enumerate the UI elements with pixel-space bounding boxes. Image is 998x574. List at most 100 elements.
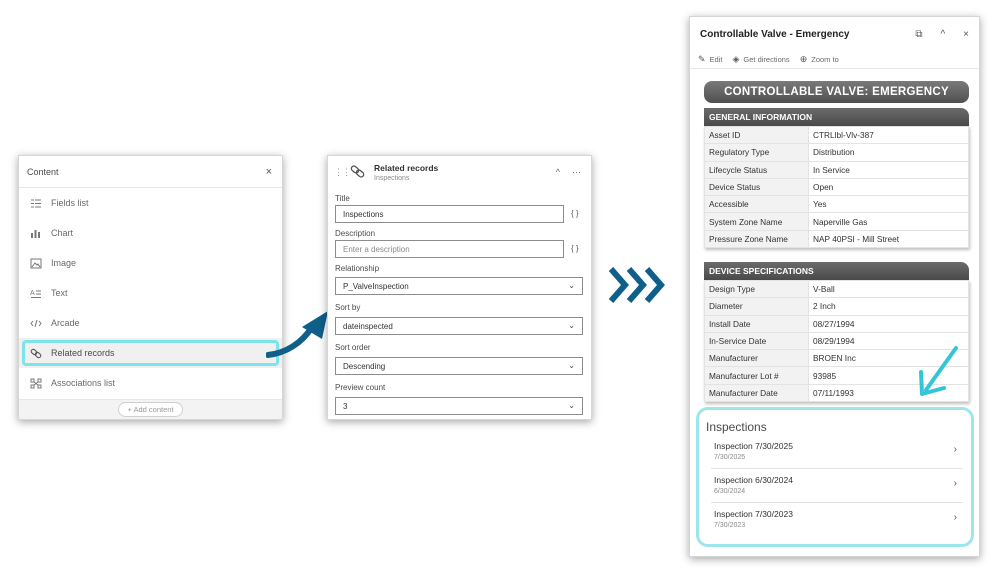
content-panel-title: Content — [27, 166, 59, 177]
content-item-label: Associations list — [51, 378, 116, 388]
chart-icon — [29, 227, 43, 239]
field-name: Asset ID — [704, 125, 809, 145]
table-row: Pressure Zone Name NAP 40PSI - Mill Stree… — [704, 229, 969, 249]
table-row: Diameter 2 Inch — [704, 297, 969, 316]
content-item-image[interactable]: Image — [19, 248, 282, 278]
table-row: Device Status Open — [704, 177, 969, 197]
related-records-config-panel: ⋮⋮ Related records Inspections ^ ··· Tit… — [327, 155, 592, 420]
chevron-down-icon: ⌄ — [568, 281, 575, 290]
chevron-right-icon: › — [953, 478, 957, 489]
device-specifications-header: DEVICE SPECIFICATIONS — [704, 262, 969, 280]
pointer-arrow-icon — [919, 346, 958, 396]
field-name: Device Status — [704, 177, 809, 197]
chevron-right-icon: › — [953, 444, 957, 455]
table-row: Install Date 08/27/1994 — [704, 314, 969, 333]
edit-action[interactable]: ✎ Edit — [698, 54, 722, 65]
content-panel-header: Content × — [19, 156, 282, 188]
table-row: Asset ID CTRLlbl-Vlv-387 — [704, 125, 969, 145]
relationship-select[interactable]: P_ValveInspection ⌄ — [335, 277, 583, 295]
arcade-icon — [29, 317, 43, 329]
field-name: Accessible — [704, 195, 809, 214]
close-icon[interactable]: × — [266, 166, 272, 178]
field-value: In Service — [808, 160, 969, 179]
content-item-arcade[interactable]: Arcade — [19, 308, 282, 338]
table-row: Regulatory Type Distribution — [704, 143, 969, 162]
zoom-to-action[interactable]: ⊕ Zoom to — [800, 54, 839, 65]
field-value: 2 Inch — [808, 297, 969, 316]
chevron-down-icon: ⌄ — [568, 401, 575, 410]
field-value: NAP 40PSI - Mill Street — [808, 229, 969, 249]
content-item-related-records[interactable]: Related records — [19, 338, 282, 368]
popup-banner: CONTROLLABLE VALVE: EMERGENCY — [704, 81, 969, 103]
table-row: Design Type V-Ball — [704, 279, 969, 299]
field-value: Yes — [808, 195, 969, 214]
drag-handle-icon[interactable]: ⋮⋮ — [334, 167, 351, 178]
expression-icon[interactable]: { } — [571, 209, 579, 218]
content-panel: Content × Fields list Chart Image A Text… — [18, 155, 283, 420]
image-icon — [29, 257, 43, 269]
field-name: Manufacturer Date — [704, 383, 809, 403]
inspection-title: Inspection 6/30/2024 — [714, 475, 793, 485]
content-item-associations-list[interactable]: Associations list — [19, 368, 282, 398]
title-input[interactable]: Inspections — [335, 205, 564, 223]
sort-order-label: Sort order — [335, 343, 371, 352]
inspection-date: 6/30/2024 — [714, 488, 746, 495]
triple-chevron-arrow-icon — [608, 267, 665, 303]
dock-icon[interactable]: ⧉ — [915, 29, 922, 40]
collapse-icon[interactable]: ^ — [556, 167, 560, 177]
field-name: Pressure Zone Name — [704, 229, 809, 249]
close-icon[interactable]: × — [963, 29, 969, 40]
config-panel-subtitle: Inspections — [374, 174, 410, 182]
content-item-text[interactable]: A Text — [19, 278, 282, 308]
collapse-icon[interactable]: ^ — [940, 29, 945, 40]
content-item-label: Chart — [51, 228, 74, 238]
directions-icon: ◈ — [732, 54, 740, 64]
associations-icon — [29, 377, 43, 389]
table-row: System Zone Name Naperville Gas — [704, 212, 969, 231]
list-item[interactable]: Inspection 6/30/2024 6/30/2024 › — [711, 470, 963, 503]
config-panel-titles: Related records Inspections — [374, 163, 544, 182]
highlight-ring — [22, 340, 279, 366]
zoom-label: Zoom to — [811, 55, 839, 64]
more-options-icon[interactable]: ··· — [572, 167, 581, 177]
sort-by-select[interactable]: dateinspected ⌄ — [335, 317, 583, 335]
svg-text:A: A — [30, 290, 35, 297]
field-name: In-Service Date — [704, 331, 809, 351]
field-name: Design Type — [704, 279, 809, 299]
relationship-value: P_ValveInspection — [343, 281, 409, 291]
content-item-label: Image — [51, 258, 77, 268]
sort-order-select[interactable]: Descending ⌄ — [335, 357, 583, 375]
sort-order-value: Descending — [343, 361, 386, 371]
list-item[interactable]: Inspection 7/30/2023 7/30/2023 › — [711, 504, 963, 537]
config-panel-header: ⋮⋮ Related records Inspections ^ ··· — [328, 156, 591, 188]
field-value: Naperville Gas — [808, 212, 969, 231]
field-name: System Zone Name — [704, 212, 809, 231]
content-panel-footer: + Add content — [19, 399, 282, 419]
fields-list-icon — [29, 197, 43, 209]
field-name: Install Date — [704, 314, 809, 333]
chevron-down-icon: ⌄ — [568, 361, 575, 370]
field-name: Lifecycle Status — [704, 160, 809, 179]
general-information-table: Asset ID CTRLlbl-Vlv-387 Regulatory Type D… — [704, 125, 969, 249]
content-item-fields-list[interactable]: Fields list — [19, 188, 282, 218]
list-item[interactable]: Inspection 7/30/2025 7/30/2025 › — [711, 436, 963, 469]
inspection-title: Inspection 7/30/2023 — [714, 509, 793, 519]
get-directions-action[interactable]: ◈ Get directions — [732, 54, 789, 65]
general-information-section: GENERAL INFORMATION Asset ID CTRLlbl-Vlv-… — [704, 108, 969, 249]
description-input[interactable]: Enter a description — [335, 240, 564, 258]
curved-arrow-icon — [266, 311, 328, 358]
description-label: Description — [335, 229, 376, 238]
expression-icon[interactable]: { } — [571, 244, 579, 253]
add-content-button[interactable]: + Add content — [118, 402, 183, 417]
popup-title: Controllable Valve - Emergency — [700, 28, 850, 40]
feature-popup: Controllable Valve - Emergency ⧉ ^ × ✎ Ed… — [689, 16, 980, 557]
inspection-title: Inspection 7/30/2025 — [714, 441, 793, 451]
preview-count-select[interactable]: 3 ⌄ — [335, 397, 583, 415]
field-value: V-Ball — [808, 279, 969, 299]
content-item-label: Text — [51, 288, 68, 298]
content-item-chart[interactable]: Chart — [19, 218, 282, 248]
related-records-icon — [350, 165, 366, 179]
inspection-date: 7/30/2023 — [714, 522, 746, 529]
sort-by-label: Sort by — [335, 303, 361, 312]
field-name: Diameter — [704, 297, 809, 316]
